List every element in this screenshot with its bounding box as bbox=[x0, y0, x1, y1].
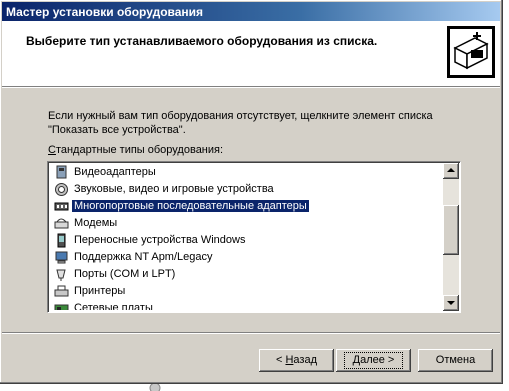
list-item[interactable]: Поддержка NT Apm/Legacy bbox=[50, 249, 442, 266]
footer-divider-highlight bbox=[2, 333, 500, 334]
list-label-accelerator: С bbox=[48, 144, 56, 156]
list-item-label: Видеоадаптеры bbox=[74, 166, 156, 178]
list-item[interactable]: Сетевые платы bbox=[50, 300, 442, 310]
list-item-label: Порты (COM и LPT) bbox=[74, 268, 176, 280]
computer-icon bbox=[55, 251, 68, 264]
back-text: азад bbox=[293, 354, 317, 366]
list-scrollbar[interactable] bbox=[443, 163, 459, 311]
speaker-icon bbox=[55, 183, 68, 196]
list-items: Видеоадаптеры Звуковые, видео и игровые … bbox=[50, 164, 442, 310]
list-item-label: Принтеры bbox=[74, 285, 126, 297]
network-card-icon bbox=[54, 304, 69, 310]
list-item[interactable]: Переносные устройства Windows bbox=[50, 232, 442, 249]
list-item-label: Многопортовые последовательные адаптеры bbox=[72, 200, 309, 212]
modem-icon bbox=[54, 218, 69, 229]
hardware-wizard-window: Мастер установки оборудования Выберите т… bbox=[0, 0, 503, 384]
next-text: алее > bbox=[360, 354, 395, 366]
page-title: Выберите тип устанавливаемого оборудован… bbox=[26, 34, 378, 48]
list-item-label: Переносные устройства Windows bbox=[74, 234, 246, 246]
hardware-wizard-icon bbox=[447, 26, 495, 78]
scroll-thumb[interactable] bbox=[443, 205, 459, 255]
scroll-down-button[interactable] bbox=[443, 295, 459, 311]
list-item[interactable]: Многопортовые последовательные адаптеры bbox=[50, 198, 442, 215]
cancel-button-label: Отмена bbox=[435, 354, 476, 366]
list-item[interactable]: Порты (COM и LPT) bbox=[50, 266, 442, 283]
title-bar[interactable]: Мастер установки оборудования bbox=[2, 2, 500, 21]
list-item[interactable]: Модемы bbox=[50, 215, 442, 232]
list-item[interactable]: Звуковые, видео и игровые устройства bbox=[50, 181, 442, 198]
instruction-text: Если нужный вам тип оборудования отсутст… bbox=[48, 110, 433, 136]
list-label: Стандартные типы оборудования: bbox=[48, 144, 223, 156]
scroll-up-button[interactable] bbox=[443, 163, 459, 179]
list-item-label: Звуковые, видео и игровые устройства bbox=[74, 183, 274, 195]
arrow-down-icon bbox=[447, 301, 455, 305]
portable-device-icon bbox=[57, 233, 66, 248]
list-item-label: Модемы bbox=[74, 217, 118, 229]
hardware-type-list[interactable]: Видеоадаптеры Звуковые, видео и игровые … bbox=[47, 161, 461, 313]
list-item[interactable]: Видеоадаптеры bbox=[50, 164, 442, 181]
serial-adapter-icon bbox=[54, 202, 69, 211]
list-label-text: тандартные типы оборудования: bbox=[55, 144, 224, 156]
back-button[interactable]: < Назад bbox=[259, 349, 334, 372]
wizard-header: Выберите тип устанавливаемого оборудован… bbox=[2, 21, 500, 87]
list-item-label: Сетевые платы bbox=[74, 302, 153, 310]
arrow-up-icon bbox=[447, 168, 455, 172]
display-adapter-icon bbox=[56, 165, 67, 179]
back-button-label: < Назад bbox=[276, 349, 317, 372]
header-divider bbox=[2, 87, 500, 88]
cancel-button[interactable]: Отмена bbox=[418, 349, 493, 372]
list-item-label: Поддержка NT Apm/Legacy bbox=[74, 251, 213, 263]
next-button-label: Далее > bbox=[343, 352, 404, 369]
port-icon bbox=[56, 269, 66, 281]
next-button[interactable]: Далее > bbox=[336, 349, 411, 372]
list-item[interactable]: Принтеры bbox=[50, 283, 442, 300]
next-accelerator: Д bbox=[352, 354, 361, 366]
printer-icon bbox=[54, 285, 69, 297]
window-title: Мастер установки оборудования bbox=[6, 5, 204, 19]
